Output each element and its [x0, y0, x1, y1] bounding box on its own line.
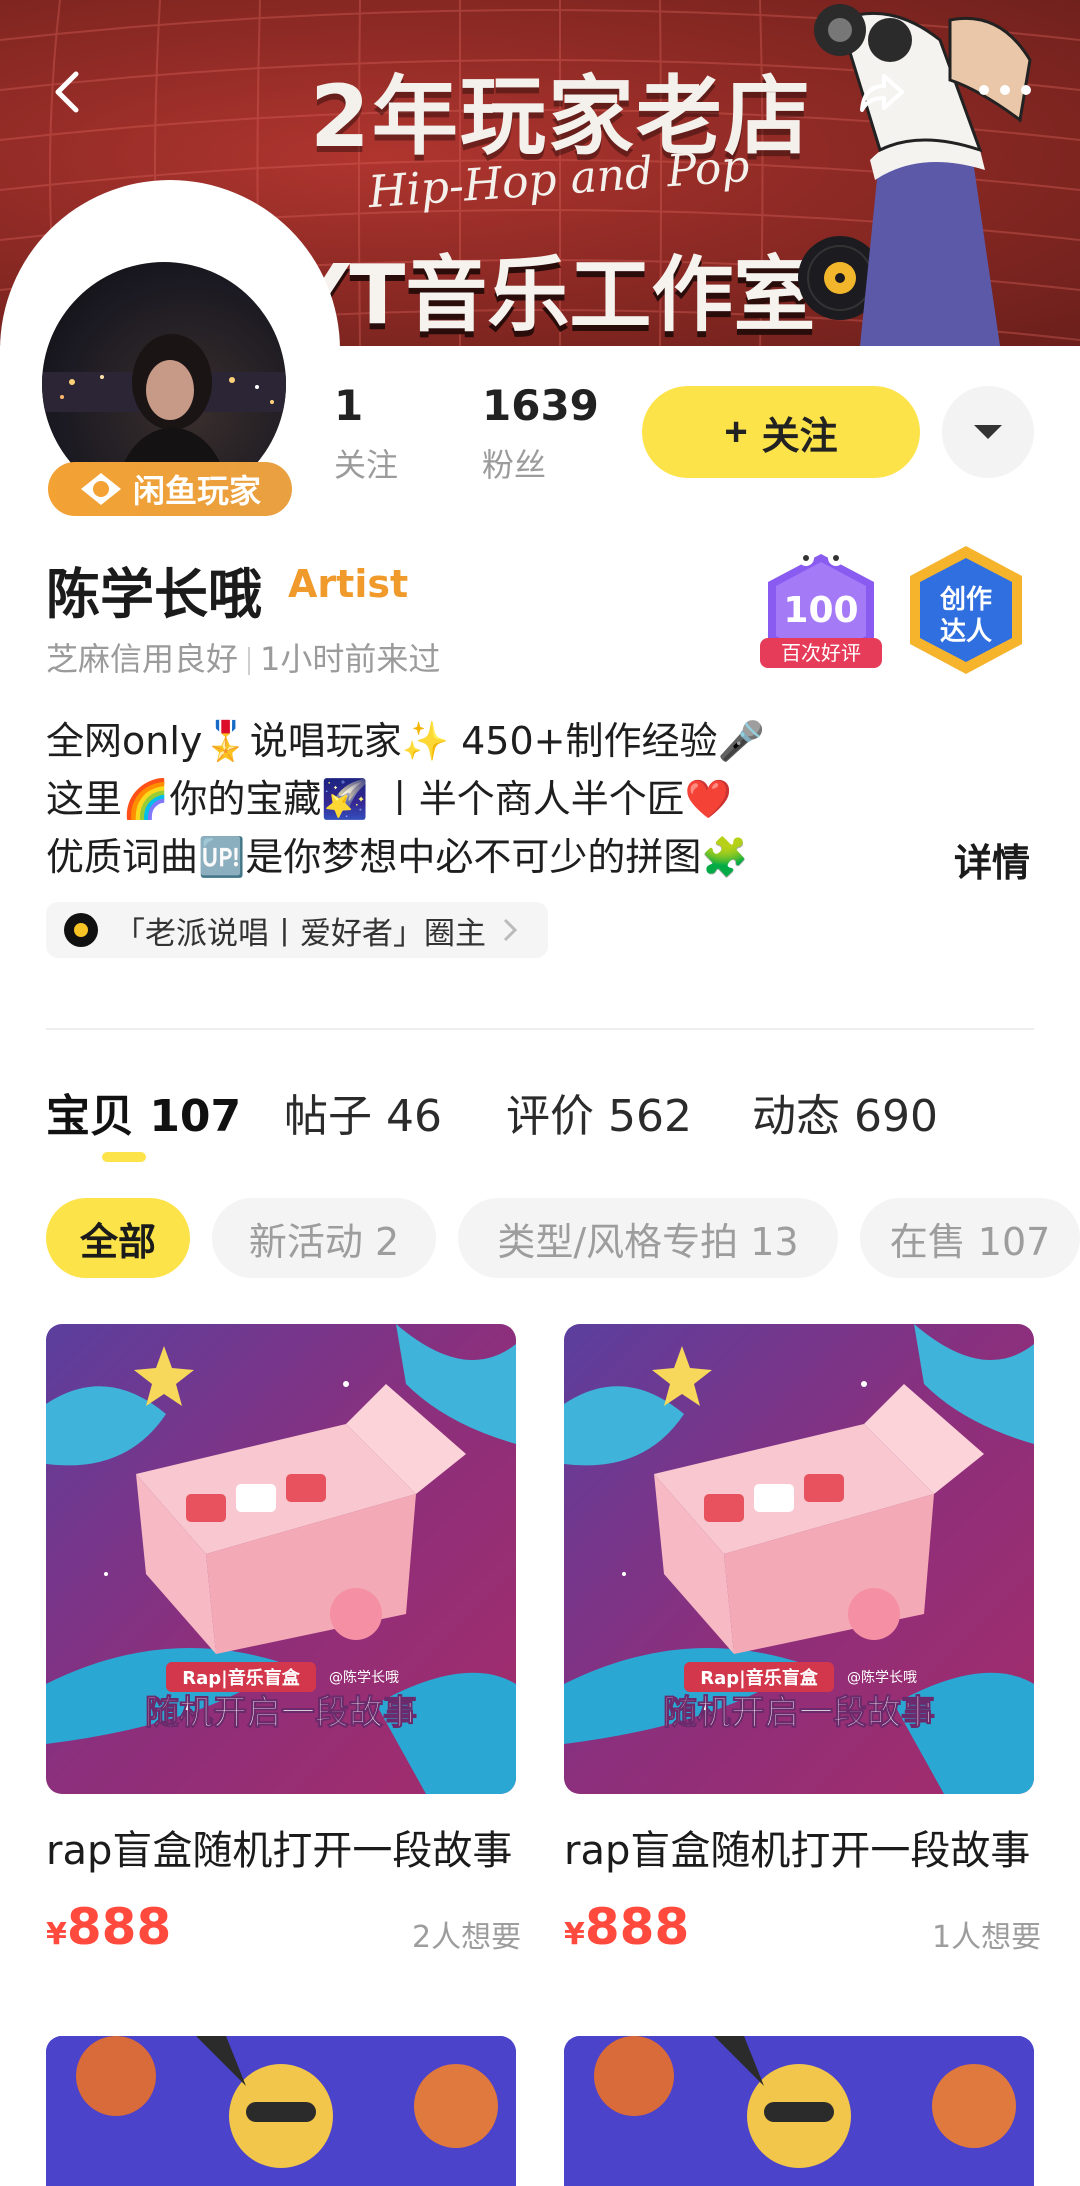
product-price: ¥888 — [564, 1898, 689, 1956]
artwork-tag: Rap|音乐盲盒 — [182, 1667, 300, 1689]
player-badge-icon — [80, 473, 121, 505]
price-amount: 888 — [584, 1898, 690, 1956]
price-currency: ¥ — [564, 1917, 585, 1952]
profile-more-toggle[interactable] — [942, 386, 1034, 478]
product-artwork: Rap|音乐盲盒 @陈学长哦 随机开启一段故事 — [564, 1324, 1034, 1794]
product-title[interactable]: rap盲盒随机打开一段故事 — [564, 1818, 1030, 1876]
section-divider — [46, 1028, 1034, 1030]
price-currency: ¥ — [46, 1917, 67, 1952]
profile-bio: 全网only🎖️说唱玩家✨ 450+制作经验🎤 这里🌈你的宝藏🌠 丨半个商人半个… — [46, 712, 765, 886]
more-dots-icon[interactable] — [970, 70, 1040, 110]
fans-stat[interactable]: 1639 粉丝 — [482, 384, 599, 486]
circle-owner-chip[interactable]: 「老派说唱丨爱好者」圈主 — [46, 902, 548, 958]
follow-button[interactable]: + 关注 — [642, 386, 920, 478]
circle-chip-label: 「老派说唱丨爱好者」圈主 — [114, 915, 486, 952]
bio-line-1: 全网only🎖️说唱玩家✨ 450+制作经验🎤 — [46, 719, 765, 763]
creator-expert-badge[interactable]: 创作 达人 — [902, 540, 1030, 680]
meta-divider — [248, 647, 251, 675]
artwork-caption: 随机开启一段故事 — [145, 1693, 417, 1733]
filter-genre-style[interactable]: 类型/风格专拍 13 — [458, 1198, 838, 1278]
plus-icon: + — [724, 409, 748, 454]
bio-detail-link[interactable]: 详情 — [954, 832, 1030, 887]
want-count: 1人想要 — [932, 1920, 1042, 1955]
filter-all[interactable]: 全部 — [46, 1198, 190, 1278]
chevron-down-icon — [974, 425, 1002, 439]
product-artwork: Rap|音乐盲盒 @陈学长哦 随机开启一段故事 — [46, 1324, 516, 1794]
badge-creator-line1: 创作 — [939, 585, 992, 615]
hundred-reviews-badge[interactable]: 100 百次好评 — [756, 540, 886, 680]
product-title[interactable]: rap盲盒随机打开一段故事 — [46, 1818, 512, 1876]
want-count: 2人想要 — [412, 1920, 522, 1955]
artist-tag: Artist — [288, 562, 409, 606]
artwork-user: @陈学长哦 — [329, 1669, 399, 1686]
badge-reviews-number: 100 — [783, 590, 858, 631]
follow-button-label: 关注 — [761, 415, 838, 458]
product-image[interactable] — [564, 2036, 1034, 2186]
product-price: ¥888 — [46, 1898, 171, 1956]
tab-items[interactable]: 宝贝 107 — [46, 1080, 241, 1144]
badge-reviews-label: 百次好评 — [781, 641, 861, 665]
fans-label: 粉丝 — [482, 446, 547, 484]
bio-line-2: 这里🌈你的宝藏🌠 丨半个商人半个匠❤️ — [46, 777, 733, 821]
following-stat[interactable]: 1 关注 — [334, 384, 398, 486]
back-arrow-icon[interactable] — [40, 62, 100, 122]
tab-reviews[interactable]: 评价 562 — [506, 1080, 692, 1144]
fans-count: 1639 — [482, 381, 599, 430]
banner-illustration — [814, 4, 1032, 346]
tab-activity[interactable]: 动态 690 — [752, 1080, 938, 1144]
player-badge-label: 闲鱼玩家 — [132, 472, 261, 510]
share-icon[interactable] — [852, 62, 912, 122]
bio-line-3: 优质词曲🆙是你梦想中必不可少的拼图🧩 — [46, 835, 749, 879]
active-tab-indicator — [102, 1152, 146, 1162]
badge-creator-line2: 达人 — [940, 617, 992, 647]
price-amount: 888 — [66, 1898, 172, 1956]
filter-on-sale[interactable]: 在售 107 — [860, 1198, 1080, 1278]
artwork-user: @陈学长哦 — [847, 1669, 917, 1686]
vinyl-icon — [64, 913, 98, 947]
product-artwork — [46, 2036, 516, 2186]
product-artwork — [564, 2036, 1034, 2186]
profile-name: 陈学长哦 — [46, 563, 262, 626]
product-image[interactable] — [46, 2036, 516, 2186]
tab-posts[interactable]: 帖子 46 — [284, 1080, 442, 1144]
banner-studio-name: YT音乐工作室 — [290, 248, 816, 343]
filter-new-activity[interactable]: 新活动 2 — [212, 1198, 436, 1278]
credit-status: 芝麻信用良好 — [46, 640, 239, 678]
artwork-tag: Rap|音乐盲盒 — [700, 1667, 818, 1689]
product-image[interactable]: Rap|音乐盲盒 @陈学长哦 随机开启一段故事 — [564, 1324, 1034, 1794]
xianyu-player-badge: 闲鱼玩家 — [48, 462, 292, 516]
product-image[interactable]: Rap|音乐盲盒 @陈学长哦 随机开启一段故事 — [46, 1324, 516, 1794]
artwork-caption: 随机开启一段故事 — [663, 1693, 935, 1733]
following-label: 关注 — [334, 446, 399, 484]
chevron-right-icon — [503, 918, 518, 942]
profile-meta: 芝麻信用良好 1小时前来过 — [46, 634, 440, 680]
following-count: 1 — [334, 381, 364, 430]
last-seen: 1小时前来过 — [260, 640, 441, 678]
